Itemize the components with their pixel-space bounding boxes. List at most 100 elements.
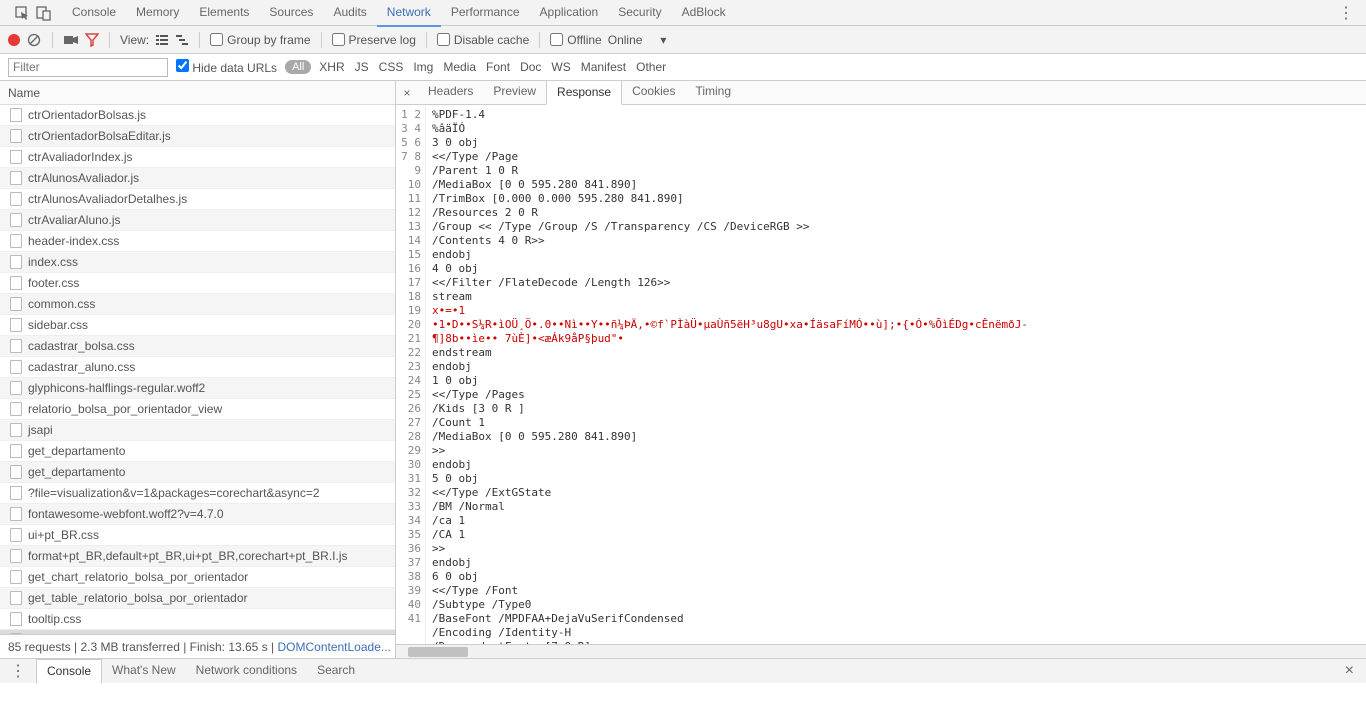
detail-pane: × HeadersPreviewResponseCookiesTiming 1 … bbox=[396, 81, 1366, 658]
main-tab-adblock[interactable]: AdBlock bbox=[672, 0, 736, 27]
request-name: header-index.css bbox=[28, 234, 119, 248]
filter-type-img[interactable]: Img bbox=[413, 60, 433, 74]
file-icon bbox=[10, 612, 22, 626]
request-name: ctrOrientadorBolsas.js bbox=[28, 108, 146, 122]
drawer-tab-network-conditions[interactable]: Network conditions bbox=[186, 659, 307, 684]
offline-checkbox[interactable]: Offline bbox=[550, 33, 601, 47]
view-waterfall-icon[interactable] bbox=[175, 33, 189, 47]
filter-type-manifest[interactable]: Manifest bbox=[581, 60, 626, 74]
main-tab-memory[interactable]: Memory bbox=[126, 0, 189, 27]
detail-tab-preview[interactable]: Preview bbox=[483, 81, 546, 105]
main-tab-application[interactable]: Application bbox=[530, 0, 609, 27]
filter-type-doc[interactable]: Doc bbox=[520, 60, 541, 74]
request-row[interactable]: ctrAlunosAvaliador.js bbox=[0, 168, 395, 189]
filter-type-media[interactable]: Media bbox=[443, 60, 476, 74]
main-tab-security[interactable]: Security bbox=[608, 0, 671, 27]
group-by-frame-checkbox[interactable]: Group by frame bbox=[210, 33, 310, 47]
hide-urls-checkbox[interactable]: Hide data URLs bbox=[176, 59, 277, 75]
request-row[interactable]: cadastrar_aluno.css bbox=[0, 357, 395, 378]
close-detail-icon[interactable]: × bbox=[396, 86, 418, 100]
file-icon bbox=[10, 465, 22, 479]
main-tab-sources[interactable]: Sources bbox=[259, 0, 323, 27]
request-row[interactable]: common.css bbox=[0, 294, 395, 315]
request-row[interactable]: sidebar.css bbox=[0, 315, 395, 336]
request-row[interactable]: get_chart_relatorio_bolsa_por_orientador bbox=[0, 567, 395, 588]
disable-cache-checkbox[interactable]: Disable cache bbox=[437, 33, 529, 47]
device-toggle-icon[interactable] bbox=[36, 5, 52, 21]
drawer-tab-console[interactable]: Console bbox=[36, 659, 102, 684]
drawer-menu-icon[interactable]: ⋮ bbox=[0, 661, 36, 681]
request-row[interactable]: header-index.css bbox=[0, 231, 395, 252]
request-row[interactable]: tooltip.css bbox=[0, 609, 395, 630]
filter-all-pill[interactable]: All bbox=[285, 60, 311, 74]
detail-tab-cookies[interactable]: Cookies bbox=[622, 81, 685, 105]
request-row[interactable]: fontawesome-webfont.woff2?v=4.7.0 bbox=[0, 504, 395, 525]
detail-tab-headers[interactable]: Headers bbox=[418, 81, 483, 105]
preserve-log-checkbox[interactable]: Preserve log bbox=[332, 33, 416, 47]
request-row[interactable]: ctrAlunosAvaliadorDetalhes.js bbox=[0, 189, 395, 210]
request-row[interactable]: glyphicons-halflings-regular.woff2 bbox=[0, 378, 395, 399]
request-row[interactable]: relatorio_bolsa_por_orientador_view bbox=[0, 399, 395, 420]
request-name: get_departamento bbox=[28, 444, 125, 458]
request-row[interactable]: ctrOrientadorBolsas.js bbox=[0, 105, 395, 126]
filter-type-js[interactable]: JS bbox=[355, 60, 369, 74]
request-name: fontawesome-webfont.woff2?v=4.7.0 bbox=[28, 507, 224, 521]
camera-icon[interactable] bbox=[63, 34, 79, 46]
request-row[interactable]: index.css bbox=[0, 252, 395, 273]
request-row[interactable]: format+pt_BR,default+pt_BR,ui+pt_BR,core… bbox=[0, 546, 395, 567]
detail-tab-timing[interactable]: Timing bbox=[685, 81, 741, 105]
request-row[interactable]: ctrOrientadorBolsaEditar.js bbox=[0, 126, 395, 147]
main-tab-console[interactable]: Console bbox=[62, 0, 126, 27]
request-rows[interactable]: ctrOrientadorBolsas.js ctrOrientadorBolsa… bbox=[0, 105, 395, 634]
chevron-down-icon[interactable]: ▾ bbox=[660, 33, 666, 47]
throttle-select[interactable]: Online bbox=[608, 33, 643, 47]
file-icon bbox=[10, 171, 22, 185]
request-row[interactable]: get_departamento bbox=[0, 462, 395, 483]
name-column-header[interactable]: Name bbox=[0, 81, 395, 105]
detail-tab-response[interactable]: Response bbox=[546, 81, 622, 105]
main-tab-audits[interactable]: Audits bbox=[323, 0, 376, 27]
file-icon bbox=[10, 549, 22, 563]
file-icon bbox=[10, 129, 22, 143]
detail-tabs: × HeadersPreviewResponseCookiesTiming bbox=[396, 81, 1366, 105]
request-row[interactable]: cadastrar_bolsa.css bbox=[0, 336, 395, 357]
main-tab-network[interactable]: Network bbox=[377, 0, 441, 27]
filter-type-font[interactable]: Font bbox=[486, 60, 510, 74]
request-row[interactable]: get_table_relatorio_bolsa_por_orientador bbox=[0, 588, 395, 609]
filter-icon[interactable] bbox=[85, 33, 99, 47]
drawer-tab-what-s-new[interactable]: What's New bbox=[102, 659, 186, 684]
filter-type-other[interactable]: Other bbox=[636, 60, 666, 74]
horizontal-scrollbar[interactable] bbox=[396, 644, 1366, 658]
request-name: get_chart_relatorio_bolsa_por_orientador bbox=[28, 570, 248, 584]
file-icon bbox=[10, 486, 22, 500]
filter-input[interactable] bbox=[8, 58, 168, 77]
status-bar: 85 requests | 2.3 MB transferred | Finis… bbox=[0, 634, 395, 658]
request-name: tooltip.css bbox=[28, 612, 81, 626]
file-icon bbox=[10, 360, 22, 374]
clear-icon[interactable] bbox=[26, 32, 42, 48]
inspect-icon[interactable] bbox=[14, 5, 30, 21]
main-tab-performance[interactable]: Performance bbox=[441, 0, 530, 27]
more-menu-icon[interactable]: ⋮ bbox=[1330, 3, 1362, 23]
close-drawer-icon[interactable]: × bbox=[1333, 662, 1366, 680]
main-tab-elements[interactable]: Elements bbox=[189, 0, 259, 27]
request-row[interactable]: ui+pt_BR.css bbox=[0, 525, 395, 546]
filter-type-ws[interactable]: WS bbox=[551, 60, 570, 74]
filter-type-xhr[interactable]: XHR bbox=[319, 60, 344, 74]
request-row[interactable]: ctrAvaliadorIndex.js bbox=[0, 147, 395, 168]
request-row[interactable]: ?file=visualization&v=1&packages=corecha… bbox=[0, 483, 395, 504]
request-row[interactable]: ctrAvaliarAluno.js bbox=[0, 210, 395, 231]
request-row[interactable]: get_departamento bbox=[0, 441, 395, 462]
request-row[interactable]: get_relatorio_bolsa_por_orientador_pdf bbox=[0, 630, 395, 634]
file-icon bbox=[10, 234, 22, 248]
response-body[interactable]: 1 2 3 4 5 6 7 8 9 10 11 12 13 14 15 16 1… bbox=[396, 105, 1366, 644]
filter-type-css[interactable]: CSS bbox=[379, 60, 404, 74]
file-icon bbox=[10, 591, 22, 605]
request-name: ui+pt_BR.css bbox=[28, 528, 99, 542]
drawer-tab-search[interactable]: Search bbox=[307, 659, 365, 684]
request-row[interactable]: footer.css bbox=[0, 273, 395, 294]
view-list-icon[interactable] bbox=[155, 33, 169, 47]
request-name: glyphicons-halflings-regular.woff2 bbox=[28, 381, 205, 395]
record-button[interactable] bbox=[8, 34, 20, 46]
request-row[interactable]: jsapi bbox=[0, 420, 395, 441]
